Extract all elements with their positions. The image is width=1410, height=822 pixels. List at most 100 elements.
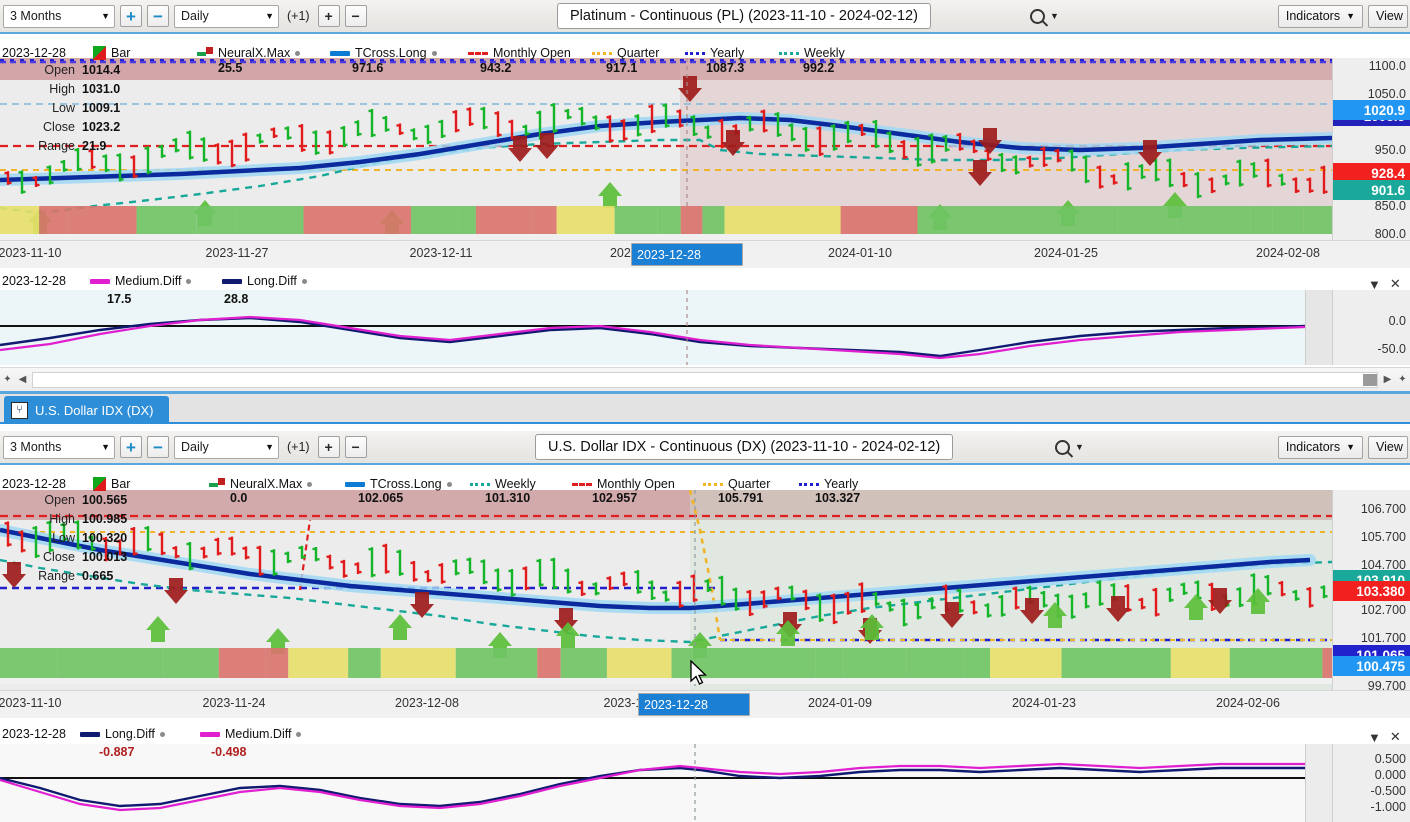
chart2-price-axis[interactable]: 106.700 105.700 104.700 102.700 101.700 … xyxy=(1332,490,1410,693)
legend-item-monthly-open[interactable]: Monthly Open xyxy=(572,477,675,491)
date-tick-selected: 2023-12-28 xyxy=(631,243,743,266)
chart2-sub-vscroll[interactable] xyxy=(1305,744,1332,822)
close-icon[interactable]: ✕ xyxy=(1390,276,1401,292)
sub-price-tick: -0.500 xyxy=(1370,784,1406,798)
chevron-down-icon: ▼ xyxy=(1346,11,1355,21)
scroll-pin-right-icon[interactable]: ✦ xyxy=(1395,374,1410,385)
indicators-label-1: Indicators xyxy=(1285,9,1341,23)
chart2-sub-plot-area[interactable] xyxy=(0,744,1332,822)
interval-select-1[interactable]: Daily ▼ xyxy=(174,4,279,28)
chart-candles-icon: ⑂ xyxy=(11,401,28,419)
date-tick: 2023-11-24 xyxy=(202,696,266,710)
chart1-sub-panel-controls[interactable]: ▼ ✕ xyxy=(1368,276,1401,292)
price-tick: 950.0 xyxy=(1374,143,1406,157)
close-icon[interactable]: ✕ xyxy=(1390,729,1401,745)
tab-us-dollar-idx[interactable]: ⑂ U.S. Dollar IDX (DX) xyxy=(4,396,170,424)
legend-label: Weekly xyxy=(495,477,536,491)
chart1-search[interactable]: ▼ xyxy=(1030,8,1059,24)
range-select-2[interactable]: 3 Months ▼ xyxy=(3,435,115,459)
chevron-down-icon: ▼ xyxy=(1075,442,1084,452)
bars-plus-button-1[interactable]: + xyxy=(317,5,340,27)
tab-label: U.S. Dollar IDX (DX) xyxy=(35,402,154,418)
indicators-button-1[interactable]: Indicators ▼ xyxy=(1277,4,1363,28)
chart1-price-axis[interactable]: 1100.0 1050.0 950.0 850.0 800.0 1008.5 1… xyxy=(1332,58,1410,241)
sub-value-long-diff: 28.8 xyxy=(224,292,249,306)
chart2-sub-price-axis[interactable]: 0.500 0.000 -0.500 -1.000 xyxy=(1332,744,1410,822)
chart2-sub-svg xyxy=(0,744,1332,822)
chart2-search[interactable]: ▼ xyxy=(1055,439,1084,455)
chevron-down-icon: ▼ xyxy=(1346,442,1355,452)
interval-select-2[interactable]: Daily ▼ xyxy=(174,435,279,459)
sub-legend-item-medium-diff[interactable]: Medium.Diff xyxy=(200,727,365,741)
price-tick: 106.700 xyxy=(1360,502,1406,516)
chart1-plot-area[interactable] xyxy=(0,58,1332,240)
range-select-2-value: 3 Months xyxy=(10,440,62,454)
view-label-1: View xyxy=(1376,9,1403,23)
chart1-sub-vscroll[interactable] xyxy=(1305,290,1332,365)
view-button-2[interactable]: View xyxy=(1368,435,1408,459)
legend-item-weekly[interactable]: Weekly xyxy=(470,477,536,491)
legend-label: Bar xyxy=(111,477,131,491)
sub-legend-label: Long.Diff xyxy=(247,274,297,288)
indicators-button-2[interactable]: Indicators ▼ xyxy=(1277,435,1363,459)
sub-legend-item-long-diff[interactable]: Long.Diff xyxy=(222,274,372,288)
range-minus-button-2[interactable]: − xyxy=(147,436,169,458)
chart1-sub-legend: 2023-12-28 Medium.Diff Long.Diff 17.5 28… xyxy=(2,274,307,306)
legend-item-yearly[interactable]: Yearly xyxy=(799,477,858,491)
price-marker-current: 1020.9 xyxy=(1333,100,1410,120)
chart2-symbol-title[interactable]: U.S. Dollar IDX - Continuous (DX) (2023-… xyxy=(535,434,954,460)
scroll-track[interactable] xyxy=(32,371,1378,388)
date-tick-selected: 2023-12-28 xyxy=(638,693,750,716)
sub-legend-label: Long.Diff xyxy=(105,727,155,741)
chevron-down-icon: ▼ xyxy=(101,11,110,21)
date-tick: 2024-02-08 xyxy=(1256,246,1320,260)
offset-label-2: (+1) xyxy=(287,440,310,454)
scroll-left-arrow-icon[interactable]: ◀ xyxy=(15,374,30,385)
range-plus-button-1[interactable]: + xyxy=(120,5,142,27)
bars-plus-button-2[interactable]: + xyxy=(317,436,340,458)
chart1-sub-price-axis[interactable]: 0.0 -50.0 xyxy=(1332,290,1410,365)
chevron-down-icon: ▼ xyxy=(1050,11,1059,21)
chevron-down-icon[interactable]: ▼ xyxy=(1368,730,1381,745)
range-minus-button-1[interactable]: − xyxy=(147,5,169,27)
scroll-pin-left-icon[interactable]: ✦ xyxy=(0,374,15,385)
sub-value-medium-diff: -0.498 xyxy=(211,745,247,759)
chart1-sub-plot-area[interactable] xyxy=(0,290,1332,365)
mouse-cursor xyxy=(690,660,707,685)
legend-item-quarter[interactable]: Quarter xyxy=(703,477,770,491)
indicators-label-2: Indicators xyxy=(1285,440,1341,454)
range-plus-button-2[interactable]: + xyxy=(120,436,142,458)
main-horizontal-scrollbar[interactable]: ✦ ◀ ▶ ✦ xyxy=(0,367,1410,391)
sub-price-tick: 0.0 xyxy=(1388,314,1406,328)
sub-price-tick: -50.0 xyxy=(1377,342,1407,356)
date-tick: 2024-01-25 xyxy=(1034,246,1098,260)
sub-value-medium-diff: 17.5 xyxy=(107,292,132,306)
scroll-thumb[interactable] xyxy=(1363,373,1377,386)
date-tick: 2023-11-10 xyxy=(0,696,62,710)
chart2-date-axis[interactable]: 2023-11-10 2023-11-24 2023-12-08 2023-12… xyxy=(0,690,1410,718)
chart1-date-axis[interactable]: 2023-11-10 2023-11-27 2023-12-11 2023-12… xyxy=(0,240,1410,268)
legend-item-tcross-long[interactable]: TCross.Long xyxy=(345,477,452,491)
legend-label: Quarter xyxy=(728,477,771,491)
bars-minus-button-2[interactable]: − xyxy=(344,436,367,458)
chart2-plot-area[interactable] xyxy=(0,490,1332,690)
chart2-sub-panel-controls[interactable]: ▼ ✕ xyxy=(1368,729,1401,745)
range-select-1[interactable]: 3 Months ▼ xyxy=(3,4,115,28)
price-tick: 850.0 xyxy=(1374,199,1406,213)
chart2-toolbar: 3 Months ▼ + − Daily ▼ (+1) + − U.S. Dol… xyxy=(0,431,1410,465)
scroll-right-arrow-icon[interactable]: ▶ xyxy=(1380,374,1395,385)
neuralx-swatch-icon xyxy=(209,478,225,490)
view-button-1[interactable]: View xyxy=(1368,4,1408,28)
price-tick: 101.700 xyxy=(1360,631,1406,645)
chart1-sub-svg xyxy=(0,290,1332,365)
chart1-symbol-title[interactable]: Platinum - Continuous (PL) (2023-11-10 -… xyxy=(557,3,931,29)
sub-price-tick: 0.500 xyxy=(1374,752,1406,766)
price-marker-current: 103.380 xyxy=(1333,581,1410,601)
offset-label-1: (+1) xyxy=(287,9,310,23)
legend-label: Yearly xyxy=(824,477,859,491)
bars-minus-button-1[interactable]: − xyxy=(344,5,367,27)
legend-item-bar[interactable]: Bar xyxy=(93,477,130,491)
sub-price-tick: 0.000 xyxy=(1374,768,1406,782)
chevron-down-icon[interactable]: ▼ xyxy=(1368,277,1381,292)
legend-item-neuralx-max[interactable]: NeuralX.Max xyxy=(209,477,313,491)
